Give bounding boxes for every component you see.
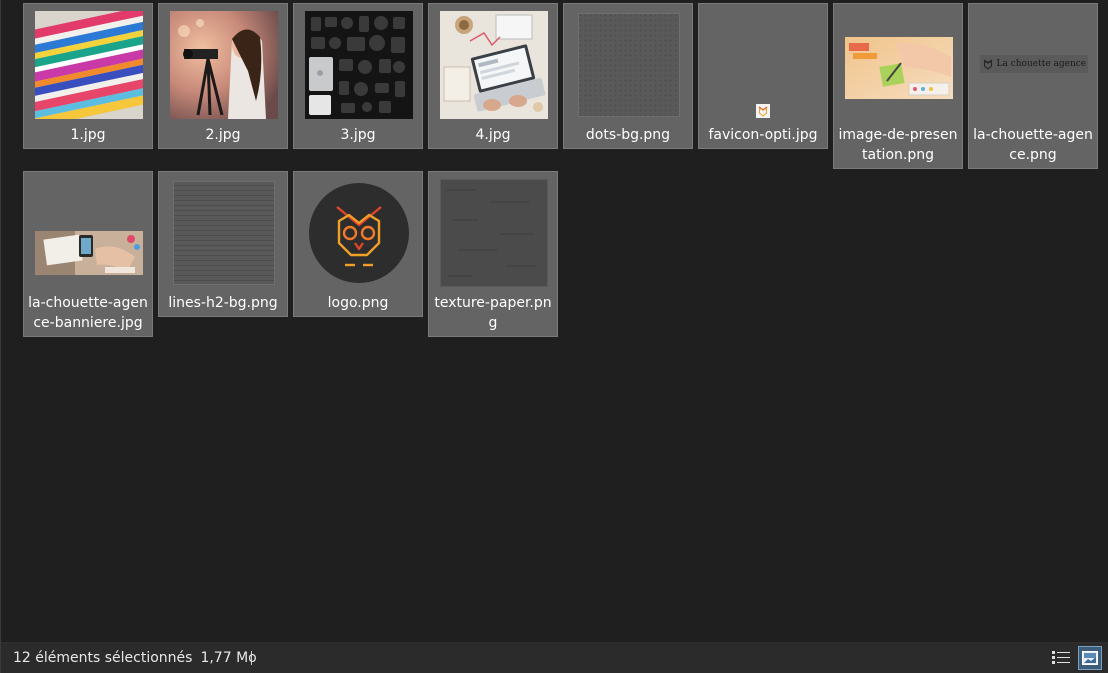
file-item-la-chouette-agence-banniere-jpg[interactable]: la-chouette-agence-banniere.jpg <box>23 171 153 337</box>
file-item-lines-h2-bg-png[interactable]: lines-h2-bg.png <box>158 171 288 317</box>
owl-logo-thumbnail <box>306 181 411 285</box>
file-item-2-jpg[interactable]: 2.jpg <box>158 3 288 149</box>
selection-size: 1,77 Mo <box>200 650 257 666</box>
file-name: lines-h2-bg.png <box>168 295 278 311</box>
file-item-dots-bg-png[interactable]: dots-bg.png <box>563 3 693 149</box>
file-item-la-chouette-agence-png[interactable]: La chouette agence la-chouette-agence.pn… <box>968 3 1098 169</box>
file-item-3-jpg[interactable]: 3.jpg <box>293 3 423 149</box>
file-name: texture-paper.png <box>434 295 552 331</box>
file-item-image-de-presentation-png[interactable]: image-de-presentation.png <box>833 3 963 169</box>
file-name: dots-bg.png <box>585 127 671 143</box>
file-name: favicon-opti.jpg <box>708 127 818 143</box>
file-item-texture-paper-png[interactable]: texture-paper.png <box>428 171 558 337</box>
lines-thumbnail <box>172 181 275 285</box>
dots-thumbnail <box>577 13 680 117</box>
file-name: la-chouette-agence.png <box>973 127 1093 163</box>
photographer-thumbnail <box>169 11 278 119</box>
laptop-desk-thumbnail <box>439 11 548 119</box>
magazines-thumbnail <box>34 11 143 119</box>
wordmark-thumbnail: La chouette agence <box>979 55 1088 73</box>
file-explorer-window: 1.jpg 2.jpg 3.jpg 4.jpg dots-bg.png favi… <box>0 0 1108 673</box>
file-item-favicon-opti-jpg[interactable]: favicon-opti.jpg <box>698 3 828 149</box>
wordmark-text: La chouette agence <box>996 59 1087 69</box>
file-name: image-de-presentation.png <box>838 127 958 163</box>
details-view-button[interactable] <box>1049 646 1073 670</box>
gear-flatlay-thumbnail <box>304 11 413 119</box>
file-name: 3.jpg <box>340 127 376 143</box>
large-icons-view-icon <box>1082 651 1098 665</box>
favicon-thumbnail <box>756 104 770 118</box>
owl-icon <box>983 59 992 70</box>
status-divider <box>251 651 252 665</box>
file-name: logo.png <box>327 295 389 311</box>
status-bar: 12 éléments sélectionnés 1,77 Mo <box>1 642 1108 673</box>
banner-thumbnail <box>34 231 143 275</box>
large-icons-view-button[interactable] <box>1078 646 1102 670</box>
selection-count: 12 éléments sélectionnés <box>13 650 193 666</box>
file-name: 4.jpg <box>475 127 511 143</box>
file-name: la-chouette-agence-banniere.jpg <box>28 295 148 331</box>
file-item-4-jpg[interactable]: 4.jpg <box>428 3 558 149</box>
file-item-logo-png[interactable]: logo.png <box>293 171 423 317</box>
file-name: 2.jpg <box>205 127 241 143</box>
presentation-thumbnail <box>844 37 953 99</box>
file-name: 1.jpg <box>70 127 106 143</box>
paper-texture-thumbnail <box>439 179 548 287</box>
details-view-icon <box>1052 651 1070 664</box>
file-item-1-jpg[interactable]: 1.jpg <box>23 3 153 149</box>
file-grid: 1.jpg 2.jpg 3.jpg 4.jpg dots-bg.png favi… <box>1 0 1108 642</box>
